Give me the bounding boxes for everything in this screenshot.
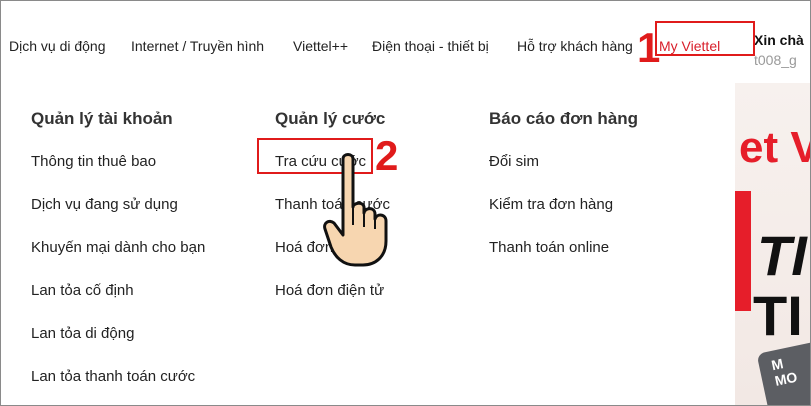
menu-item-services-in-use[interactable]: Dịch vụ đang sử dụng [31,195,178,215]
nav-item-customer-support[interactable]: Hỗ trợ khách hàng [517,31,633,61]
user-greeting[interactable]: Xin chà [754,31,804,49]
menu-column-account: Quản lý tài khoản [31,109,173,129]
nav-item-viettel-plus[interactable]: Viettel++ [293,31,348,61]
annotation-step-1: 1 [637,24,661,71]
nav-item-phones-devices[interactable]: Điện thoại - thiết bị [372,31,489,61]
menu-heading-account: Quản lý tài khoản [31,109,173,128]
menu-column-orders: Báo cáo đơn hàng [489,109,638,129]
menu-item-promotions[interactable]: Khuyến mại dành cho bạn [31,238,205,258]
promo-banner[interactable]: et V TI TI MMO [735,83,810,405]
menu-item-spread-fixed[interactable]: Lan tỏa cố định [31,281,134,301]
nav-item-mobile-services[interactable]: Dịch vụ di động [9,31,106,61]
pointing-hand-icon [323,153,388,267]
banner-brand-text: et V [739,123,810,172]
nav-item-internet-tv[interactable]: Internet / Truyền hình [131,31,264,61]
annotation-box-my-viettel [655,21,755,56]
menu-item-e-invoice[interactable]: Hoá đơn điện tử [275,281,384,301]
banner-red-stripe [735,191,751,311]
menu-item-swap-sim[interactable]: Đổi sim [489,152,539,172]
banner-headline-2: TI [753,284,803,347]
menu-item-spread-mobile[interactable]: Lan tỏa di động [31,324,134,344]
menu-item-online-payment[interactable]: Thanh toán online [489,238,609,258]
menu-item-subscriber-info[interactable]: Thông tin thuê bao [31,152,156,172]
banner-headline-1: TI [757,224,807,287]
menu-column-billing: Quản lý cước [275,109,385,129]
menu-item-spread-payment[interactable]: Lan tỏa thanh toán cước [31,367,195,387]
menu-item-check-order[interactable]: Kiểm tra đơn hàng [489,195,613,215]
menu-heading-orders: Báo cáo đơn hàng [489,109,639,128]
page-frame: Dịch vụ di động Internet / Truyền hình V… [0,0,811,406]
user-account-id: t008_g [754,52,797,68]
menu-heading-billing: Quản lý cước [275,109,386,128]
